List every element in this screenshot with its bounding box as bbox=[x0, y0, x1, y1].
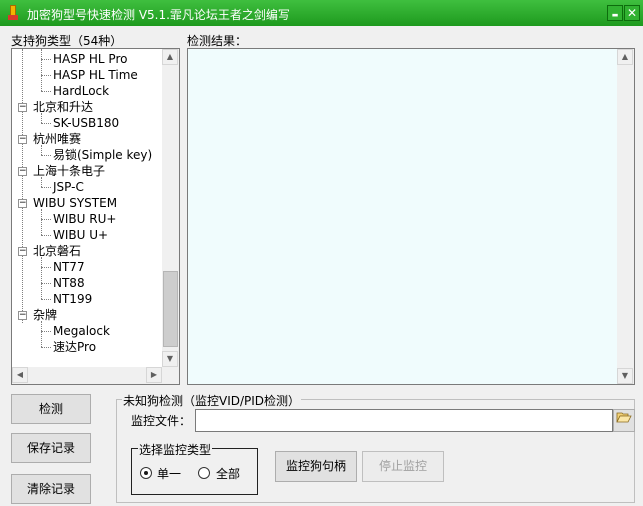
scroll-down-button[interactable]: ▼ bbox=[617, 368, 633, 384]
stop-monitor-button[interactable]: 停止监控 bbox=[362, 451, 444, 482]
tree-branch-line bbox=[41, 257, 42, 299]
tree-root-line bbox=[22, 49, 23, 323]
result-textarea[interactable]: ▲ ▼ bbox=[187, 48, 635, 385]
tree-item[interactable]: NT77 bbox=[53, 259, 85, 275]
tree-item[interactable]: SK-USB180 bbox=[53, 115, 119, 131]
tree-connector bbox=[41, 347, 51, 348]
monitor-file-input[interactable] bbox=[195, 409, 613, 432]
tree-item[interactable]: WIBU U+ bbox=[53, 227, 108, 243]
scroll-right-button[interactable]: ▶ bbox=[146, 367, 162, 383]
scroll-down-button[interactable]: ▼ bbox=[162, 351, 178, 367]
scroll-up-button[interactable]: ▲ bbox=[617, 49, 633, 65]
window-title: 加密狗型号快速检测 V5.1.霏凡论坛王者之剑编写 bbox=[27, 8, 290, 22]
monitor-type-legend: 选择监控类型 bbox=[138, 441, 213, 458]
tree-item[interactable]: Megalock bbox=[53, 323, 110, 339]
tree-branch-line bbox=[41, 209, 42, 235]
tree-item[interactable]: HASP HL Time bbox=[53, 67, 138, 83]
radio-single-label[interactable]: 单一 bbox=[157, 465, 181, 482]
scrollbar-thumb[interactable] bbox=[163, 271, 178, 347]
tree-connector bbox=[41, 283, 51, 284]
title-bar[interactable]: 加密狗型号快速检测 V5.1.霏凡论坛王者之剑编写 ▬ ✕ bbox=[0, 0, 643, 26]
radio-single[interactable] bbox=[140, 467, 152, 479]
tree-branch-line bbox=[41, 321, 42, 347]
tree-group[interactable]: 上海十条电子 bbox=[33, 163, 105, 179]
tree-vertical-scrollbar[interactable]: ▲ ▼ bbox=[162, 49, 179, 367]
minimize-button[interactable]: ▬ bbox=[607, 5, 623, 21]
tree-collapse-toggle[interactable]: − bbox=[18, 103, 27, 112]
tree-collapse-toggle[interactable]: − bbox=[18, 247, 27, 256]
tree-collapse-toggle[interactable]: − bbox=[18, 135, 27, 144]
radio-all-label[interactable]: 全部 bbox=[216, 465, 240, 482]
dongle-type-tree[interactable]: HASP HL Pro HASP HL Time HardLock − 北京和升… bbox=[11, 48, 180, 385]
tree-collapse-toggle[interactable]: − bbox=[18, 199, 27, 208]
tree-item[interactable]: WIBU RU+ bbox=[53, 211, 116, 227]
supported-types-label: 支持狗类型（54种） bbox=[11, 34, 123, 48]
tree-connector bbox=[41, 187, 51, 188]
close-icon: ✕ bbox=[626, 6, 638, 20]
tree-group[interactable]: 杂牌 bbox=[33, 307, 57, 323]
tree-connector bbox=[41, 299, 51, 300]
monitor-file-label: 监控文件： bbox=[131, 414, 192, 428]
tree-group[interactable]: 北京和升达 bbox=[33, 99, 93, 115]
tree-connector bbox=[41, 59, 51, 60]
tree-group[interactable]: WIBU SYSTEM bbox=[33, 195, 117, 211]
scroll-left-button[interactable]: ◀ bbox=[12, 367, 28, 383]
app-icon bbox=[8, 5, 18, 20]
tree-connector bbox=[41, 267, 51, 268]
tree-connector bbox=[41, 235, 51, 236]
result-vertical-scrollbar[interactable]: ▲ ▼ bbox=[617, 49, 634, 384]
tree-connector bbox=[41, 91, 51, 92]
clear-log-button[interactable]: 清除记录 bbox=[11, 474, 91, 504]
minimize-icon: ▬ bbox=[611, 11, 619, 19]
scroll-corner bbox=[162, 367, 179, 384]
tree-item[interactable]: HASP HL Pro bbox=[53, 51, 127, 67]
tree-connector bbox=[41, 75, 51, 76]
tree-item[interactable]: NT199 bbox=[53, 291, 92, 307]
close-button[interactable]: ✕ bbox=[624, 5, 640, 21]
tree-item[interactable]: HardLock bbox=[53, 83, 109, 99]
tree-item[interactable]: 速达Pro bbox=[53, 339, 96, 355]
tree-connector bbox=[41, 331, 51, 332]
tree-horizontal-scrollbar[interactable]: ◀ ▶ bbox=[12, 367, 162, 384]
unknown-dongle-group-legend: 未知狗检测（监控VID/PID检测） bbox=[122, 392, 302, 409]
tree-group[interactable]: 杭州唯赛 bbox=[33, 131, 81, 147]
tree-group[interactable]: 北京磐石 bbox=[33, 243, 81, 259]
scroll-up-button[interactable]: ▲ bbox=[162, 49, 178, 65]
tree-collapse-toggle[interactable]: − bbox=[18, 167, 27, 176]
results-label: 检测结果： bbox=[187, 34, 248, 48]
main-window: 加密狗型号快速检测 V5.1.霏凡论坛王者之剑编写 ▬ ✕ 支持狗类型（54种）… bbox=[0, 0, 643, 506]
tree-item[interactable]: 易锁(Simple key) bbox=[53, 147, 152, 163]
tree-branch-line bbox=[41, 49, 42, 91]
detect-button[interactable]: 检测 bbox=[11, 394, 91, 424]
folder-open-icon bbox=[616, 412, 632, 423]
tree-item[interactable]: NT88 bbox=[53, 275, 85, 291]
tree-connector bbox=[41, 123, 51, 124]
tree-connector bbox=[41, 219, 51, 220]
tree-item[interactable]: JSP-C bbox=[53, 179, 84, 195]
save-log-button[interactable]: 保存记录 bbox=[11, 433, 91, 463]
radio-all[interactable] bbox=[198, 467, 210, 479]
monitor-handle-button[interactable]: 监控狗句柄 bbox=[275, 451, 357, 482]
tree-collapse-toggle[interactable]: − bbox=[18, 311, 27, 320]
browse-file-button[interactable] bbox=[613, 409, 635, 432]
tree-connector bbox=[41, 155, 51, 156]
